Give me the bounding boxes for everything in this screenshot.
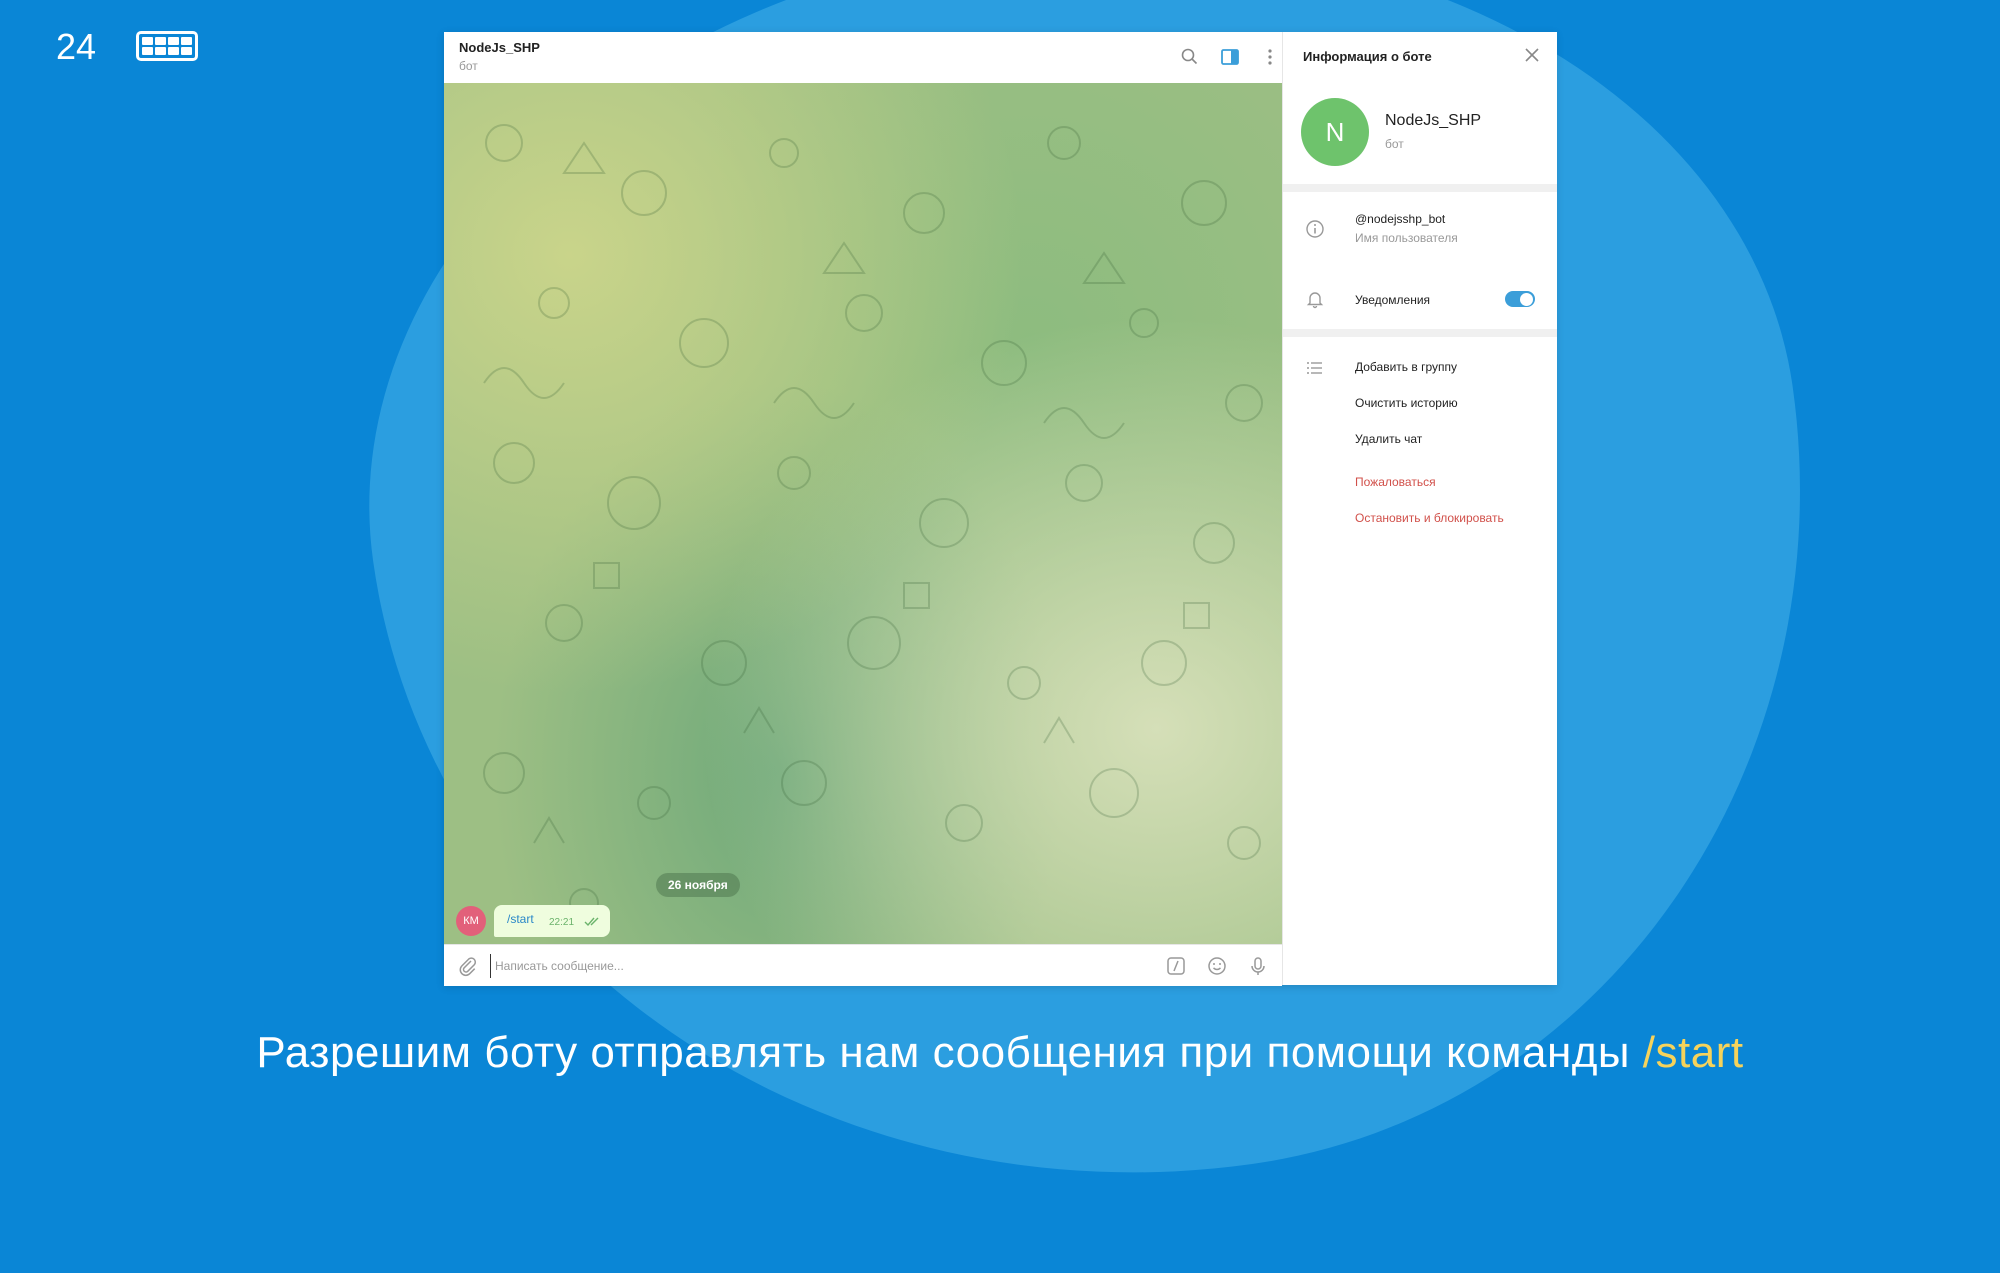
caption-text: Разрешим боту отправлять нам сообщения п… xyxy=(256,1028,1643,1077)
section-divider xyxy=(1283,184,1557,192)
attach-icon[interactable] xyxy=(456,955,478,977)
telegram-window: NodeJs_SHP бот 26 ноября КМ /start 22:21… xyxy=(444,32,1557,986)
slide-number: 24 xyxy=(56,26,97,67)
bot-name: NodeJs_SHP xyxy=(1385,112,1482,129)
info-icon xyxy=(1306,220,1324,238)
add-to-group-button[interactable]: Добавить в группу xyxy=(1355,360,1457,374)
sidebar-toggle-icon[interactable] xyxy=(1219,46,1241,68)
username-label: Имя пользователя xyxy=(1355,231,1458,245)
message-time: 22:21 xyxy=(549,917,575,928)
read-checkmark-icon xyxy=(584,917,599,927)
microphone-icon[interactable] xyxy=(1247,955,1269,977)
slide-caption: Разрешим боту отправлять нам сообщения п… xyxy=(0,1028,2000,1078)
caption-command: /start xyxy=(1642,1028,1744,1077)
clear-history-button[interactable]: Очистить историю xyxy=(1355,396,1458,410)
user-avatar[interactable]: КМ xyxy=(456,906,486,936)
logo-icon xyxy=(136,31,198,61)
section-divider xyxy=(1283,329,1557,337)
date-separator: 26 ноября xyxy=(656,873,740,897)
message-composer xyxy=(444,944,1282,986)
bot-avatar[interactable]: N xyxy=(1301,98,1369,166)
toggle-knob xyxy=(1520,292,1533,306)
message-input[interactable] xyxy=(490,954,1117,978)
delete-chat-button[interactable]: Удалить чат xyxy=(1355,432,1422,446)
bot-commands-icon[interactable] xyxy=(1165,955,1187,977)
chat-background: 26 ноября КМ /start 22:21 xyxy=(444,83,1282,944)
chat-header: NodeJs_SHP бот xyxy=(444,32,1282,84)
message-bubble[interactable]: /start 22:21 xyxy=(494,905,610,937)
report-button[interactable]: Пожаловаться xyxy=(1355,475,1436,489)
notifications-label: Уведомления xyxy=(1355,293,1431,307)
message-text[interactable]: /start xyxy=(507,912,534,926)
search-icon[interactable] xyxy=(1179,46,1201,68)
bot-info-panel: Информация о боте N NodeJs_SHP бот @node… xyxy=(1282,32,1557,985)
panel-title: Информация о боте xyxy=(1303,49,1432,64)
list-icon xyxy=(1307,362,1322,374)
doodle-pattern xyxy=(483,124,1263,918)
stop-and-block-button[interactable]: Остановить и блокировать xyxy=(1355,511,1504,525)
bot-username[interactable]: @nodejsshp_bot xyxy=(1355,212,1445,226)
bell-icon xyxy=(1306,292,1324,309)
chat-subtitle: бот xyxy=(459,59,478,73)
chat-title: NodeJs_SHP xyxy=(459,40,540,55)
bot-subtitle: бот xyxy=(1385,137,1404,151)
emoji-icon[interactable] xyxy=(1206,955,1228,977)
more-menu-icon[interactable] xyxy=(1259,46,1281,68)
close-icon[interactable] xyxy=(1523,46,1541,64)
notifications-toggle[interactable] xyxy=(1505,291,1535,307)
